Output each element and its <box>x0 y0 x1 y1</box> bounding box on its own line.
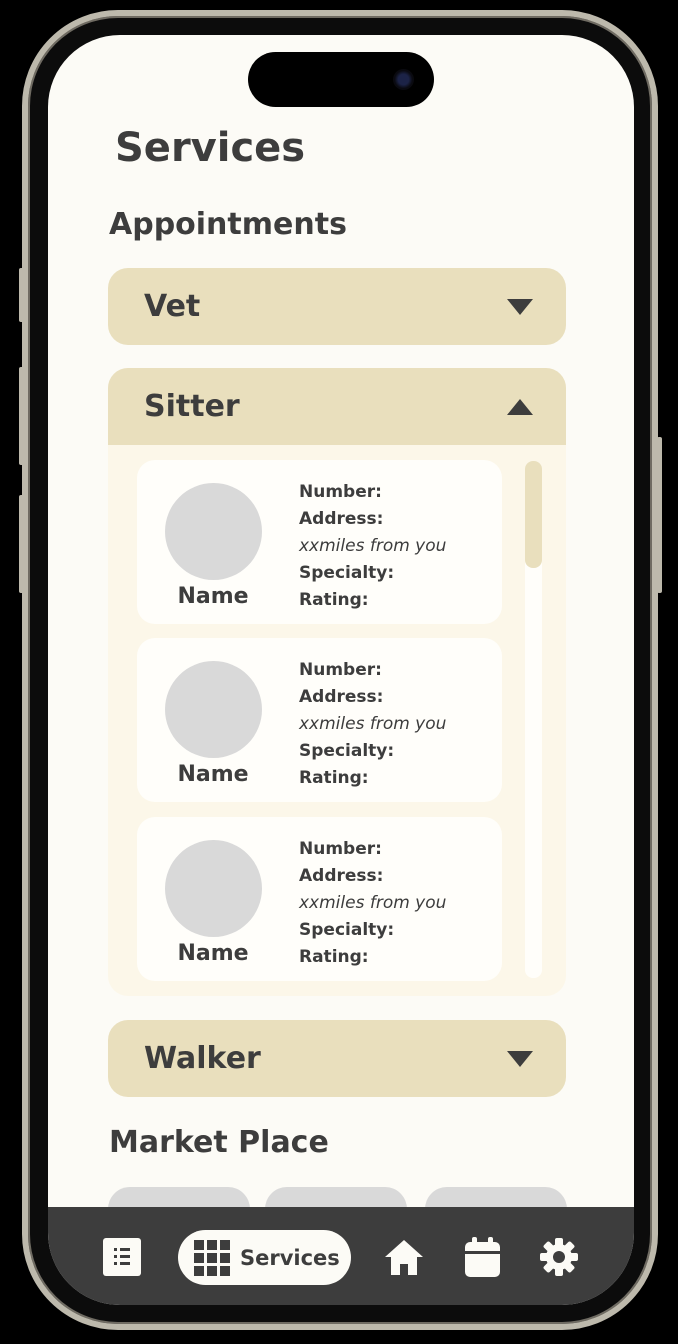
sitter-info: Number: Address: xxmiles from you Specia… <box>299 836 446 971</box>
volume-up-button <box>19 367 24 465</box>
chevron-down-icon <box>507 298 533 315</box>
walker-label: Walker <box>144 1041 261 1076</box>
rating-label: Rating: <box>299 768 369 788</box>
calendar-icon[interactable] <box>465 1237 500 1277</box>
chevron-up-icon <box>507 398 533 415</box>
bottom-nav: Services <box>48 1207 634 1305</box>
sitter-name: Name <box>177 584 249 609</box>
vet-label: Vet <box>144 289 201 324</box>
sitter-card[interactable]: Name Number: Address: xxmiles from you S… <box>137 638 502 802</box>
camera-icon <box>393 69 414 90</box>
sitter-info: Number: Address: xxmiles from you Specia… <box>299 657 446 792</box>
distance-text: xxmiles from you <box>299 893 447 913</box>
number-label: Number: <box>299 839 382 859</box>
avatar <box>165 661 262 758</box>
appointments-heading: Appointments <box>109 207 347 242</box>
home-icon[interactable] <box>384 1238 424 1276</box>
screen: Services Appointments Vet Sitter Name Nu… <box>48 35 634 1305</box>
specialty-label: Specialty: <box>299 920 395 940</box>
grid-icon <box>194 1239 230 1276</box>
volume-down-button <box>19 495 24 593</box>
power-button <box>657 437 662 593</box>
scrollbar[interactable] <box>525 461 542 978</box>
specialty-label: Specialty: <box>299 563 395 583</box>
number-label: Number: <box>299 660 382 680</box>
address-label: Address: <box>299 866 384 886</box>
sitter-name: Name <box>177 941 249 966</box>
page-title: Services <box>115 125 306 171</box>
avatar <box>165 483 262 580</box>
sitter-label: Sitter <box>144 389 240 424</box>
specialty-label: Specialty: <box>299 741 395 761</box>
sitter-accordion[interactable]: Sitter <box>108 368 566 445</box>
sitter-panel: Sitter Name Number: Address: xxmiles fro… <box>108 368 566 996</box>
avatar <box>165 840 262 937</box>
action-button <box>19 268 24 322</box>
distance-text: xxmiles from you <box>299 536 447 556</box>
chevron-down-icon <box>507 1050 533 1067</box>
rating-label: Rating: <box>299 947 369 967</box>
vet-accordion[interactable]: Vet <box>108 268 566 345</box>
sitter-card[interactable]: Name Number: Address: xxmiles from you S… <box>137 460 502 624</box>
dynamic-island <box>248 52 434 107</box>
sitter-info: Number: Address: xxmiles from you Specia… <box>299 479 446 614</box>
rating-label: Rating: <box>299 590 369 610</box>
walker-accordion[interactable]: Walker <box>108 1020 566 1097</box>
distance-text: xxmiles from you <box>299 714 447 734</box>
nav-services-label: Services <box>240 1245 340 1270</box>
sitter-card[interactable]: Name Number: Address: xxmiles from you S… <box>137 817 502 981</box>
sitter-name: Name <box>177 762 249 787</box>
nav-services-button[interactable]: Services <box>178 1230 351 1285</box>
scrollbar-thumb[interactable] <box>525 461 542 568</box>
address-label: Address: <box>299 687 384 707</box>
number-label: Number: <box>299 482 382 502</box>
list-icon[interactable] <box>103 1238 141 1276</box>
gear-icon[interactable] <box>540 1238 578 1276</box>
marketplace-heading: Market Place <box>109 1125 329 1160</box>
address-label: Address: <box>299 509 384 529</box>
